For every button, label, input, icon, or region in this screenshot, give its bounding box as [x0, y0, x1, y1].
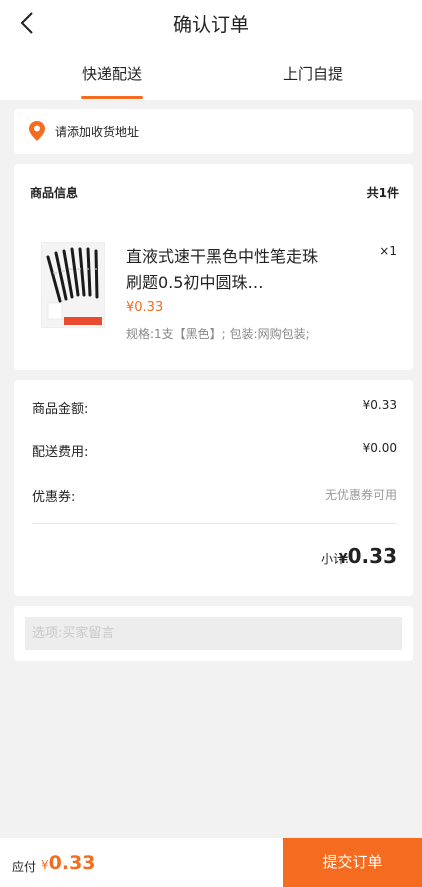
- goods-count: 共1件: [366, 186, 399, 200]
- add-address-row[interactable]: 请添加收货地址: [14, 109, 413, 154]
- buyer-remark-input[interactable]: [25, 617, 402, 650]
- subtotal-amount: 0.33: [347, 544, 397, 568]
- buyer-remark-card: [14, 606, 413, 661]
- order-amounts-card: 商品金额: ¥0.33 配送费用: ¥0.00 优惠券: 无优惠券可用 小计: …: [14, 380, 413, 596]
- product-thumbnail[interactable]: [41, 242, 105, 328]
- bottom-pay-bar: 应付 ¥0.33 提交订单: [0, 838, 422, 887]
- shipping-fee-value: ¥0.00: [362, 441, 397, 455]
- page-title: 确认订单: [172, 14, 249, 36]
- goods-amount-label: 商品金额:: [32, 402, 89, 417]
- add-address-label: 请添加收货地址: [55, 125, 140, 139]
- top-bar: 确认订单: [0, 0, 422, 46]
- product-spec: 规格:1支【黑色】; 包装:网购包装;: [126, 327, 310, 341]
- goods-info-card: 商品信息 共1件 直液式速干黑色中性笔走珠刷题0.5初中圆珠… ¥0.33 规格…: [14, 164, 413, 370]
- location-pin-icon: [29, 121, 45, 141]
- shipping-fee-label: 配送费用:: [32, 445, 89, 460]
- goods-info-heading: 商品信息: [30, 186, 79, 200]
- product-name[interactable]: 直液式速干黑色中性笔走珠刷题0.5初中圆珠…: [126, 244, 326, 296]
- coupon-value[interactable]: 无优惠券可用: [325, 486, 397, 503]
- subtotal-value: ¥0.33: [339, 544, 397, 568]
- product-price: ¥0.33: [126, 300, 164, 315]
- active-tab-indicator: [81, 96, 143, 99]
- goods-amount-value: ¥0.33: [362, 398, 397, 412]
- product-quantity: ×1: [379, 244, 397, 258]
- coupon-label: 优惠券:: [32, 490, 76, 505]
- payable-amount: ¥0.33: [41, 852, 96, 874]
- payable-value: 0.33: [48, 852, 96, 874]
- tab-express-delivery[interactable]: 快递配送: [52, 63, 172, 84]
- submit-order-button[interactable]: 提交订单: [283, 838, 422, 887]
- payable-currency: ¥: [41, 858, 49, 872]
- delivery-tabs: 快递配送 上门自提: [0, 46, 422, 100]
- subtotal-currency: ¥: [338, 552, 348, 567]
- payable-label: 应付: [12, 860, 37, 874]
- amounts-divider: [32, 523, 397, 524]
- pen-product-image: [42, 243, 104, 327]
- tab-self-pickup[interactable]: 上门自提: [253, 63, 373, 84]
